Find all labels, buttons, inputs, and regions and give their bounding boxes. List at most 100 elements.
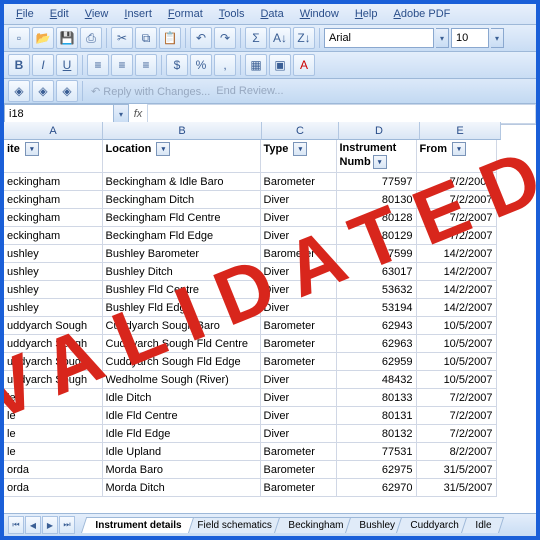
cell[interactable]: 63017 — [336, 263, 416, 281]
cell[interactable]: 62970 — [336, 479, 416, 497]
cell[interactable]: 7/2/2007 — [416, 191, 496, 209]
cell[interactable]: Barometer — [260, 173, 336, 191]
table-row[interactable]: eckinghamBeckingham Fld CentreDiver80128… — [4, 209, 496, 227]
tab-last-icon[interactable]: ⏭ — [59, 516, 75, 534]
filter-icon[interactable]: ▾ — [25, 142, 39, 156]
font-name-input[interactable]: Arial — [324, 28, 434, 48]
cell[interactable]: 14/2/2007 — [416, 263, 496, 281]
table-row[interactable]: uddyarch SoughWedholme Sough (River)Dive… — [4, 371, 496, 389]
font-name-dropdown-icon[interactable]: ▾ — [436, 28, 449, 48]
cell[interactable]: Barometer — [260, 443, 336, 461]
cell[interactable]: uddyarch Sough — [4, 317, 102, 335]
filter-icon[interactable]: ▾ — [293, 142, 307, 156]
cell[interactable]: Bushley Fld Edge — [102, 299, 260, 317]
column-header-D[interactable]: D — [339, 122, 420, 140]
cell[interactable]: 80133 — [336, 389, 416, 407]
menu-insert[interactable]: Insert — [116, 6, 160, 22]
table-row[interactable]: leIdle DitchDiver801337/2/2007 — [4, 389, 496, 407]
cell[interactable]: ushley — [4, 263, 102, 281]
cell[interactable]: 77531 — [336, 443, 416, 461]
pdf-review-icon[interactable]: ◈ — [56, 80, 78, 102]
cell[interactable]: 62963 — [336, 335, 416, 353]
cell[interactable]: Diver — [260, 299, 336, 317]
table-row[interactable]: uddyarch SoughCuddyarch Sough Fld EdgeBa… — [4, 353, 496, 371]
cell[interactable]: eckingham — [4, 173, 102, 191]
cell[interactable]: 77597 — [336, 173, 416, 191]
column-header-A[interactable]: A — [4, 122, 103, 140]
redo-icon[interactable]: ↷ — [214, 27, 236, 49]
cell[interactable]: Diver — [260, 227, 336, 245]
print-icon[interactable]: ⎙ — [80, 27, 102, 49]
font-size-input[interactable]: 10 — [451, 28, 489, 48]
cell[interactable]: Cuddyarch Sough Fld Centre — [102, 335, 260, 353]
cell[interactable]: Cuddyarch Sough Baro — [102, 317, 260, 335]
bold-icon[interactable]: B — [8, 54, 30, 76]
column-header-E[interactable]: E — [420, 122, 501, 140]
italic-icon[interactable]: I — [32, 54, 54, 76]
data-grid[interactable]: ite ▾Location ▾Type ▾InstrumentNumb▾From… — [4, 140, 497, 497]
column-header-C[interactable]: C — [262, 122, 339, 140]
header-B[interactable]: Location ▾ — [102, 140, 260, 173]
cell[interactable]: Barometer — [260, 317, 336, 335]
sort-desc-icon[interactable]: Z↓ — [293, 27, 315, 49]
cell[interactable]: 7/2/2007 — [416, 173, 496, 191]
font-color-icon[interactable]: A — [293, 54, 315, 76]
cell[interactable]: ushley — [4, 299, 102, 317]
menu-format[interactable]: Format — [160, 6, 211, 22]
pdf-icon[interactable]: ◈ — [8, 80, 30, 102]
autosum-icon[interactable]: Σ — [245, 27, 267, 49]
table-row[interactable]: uddyarch SoughCuddyarch Sough BaroBarome… — [4, 317, 496, 335]
cell[interactable]: 14/2/2007 — [416, 281, 496, 299]
new-icon[interactable]: ▫ — [8, 27, 30, 49]
cell[interactable]: 80129 — [336, 227, 416, 245]
sheet-tab-beckingham[interactable]: Beckingham — [274, 517, 356, 533]
cell[interactable]: Idle Fld Centre — [102, 407, 260, 425]
cell[interactable]: 62943 — [336, 317, 416, 335]
table-row[interactable]: leIdle Fld EdgeDiver801327/2/2007 — [4, 425, 496, 443]
name-box[interactable]: i18 — [4, 104, 114, 124]
cell[interactable]: eckingham — [4, 209, 102, 227]
cell[interactable]: 7/2/2007 — [416, 209, 496, 227]
cell[interactable]: Beckingham Fld Edge — [102, 227, 260, 245]
reply-changes-button[interactable]: ↶ Reply with Changes... — [91, 85, 210, 98]
cell[interactable]: 53194 — [336, 299, 416, 317]
table-row[interactable]: ordaMorda DitchBarometer6297031/5/2007 — [4, 479, 496, 497]
align-left-icon[interactable]: ≡ — [87, 54, 109, 76]
cell[interactable]: Beckingham & Idle Baro — [102, 173, 260, 191]
filter-icon[interactable]: ▾ — [373, 155, 387, 169]
cell[interactable]: Diver — [260, 371, 336, 389]
cell[interactable]: Barometer — [260, 245, 336, 263]
cell[interactable]: uddyarch Sough — [4, 371, 102, 389]
borders-icon[interactable]: ▦ — [245, 54, 267, 76]
cell[interactable]: 7/2/2007 — [416, 227, 496, 245]
cell[interactable]: eckingham — [4, 227, 102, 245]
cell[interactable]: Diver — [260, 425, 336, 443]
cell[interactable]: Barometer — [260, 461, 336, 479]
cell[interactable]: 53632 — [336, 281, 416, 299]
cell[interactable]: 62975 — [336, 461, 416, 479]
menu-tools[interactable]: Tools — [211, 6, 253, 22]
filter-icon[interactable]: ▾ — [452, 142, 466, 156]
comma-icon[interactable]: , — [214, 54, 236, 76]
cell[interactable]: 80131 — [336, 407, 416, 425]
save-icon[interactable]: 💾 — [56, 27, 78, 49]
end-review-button[interactable]: End Review... — [216, 85, 283, 97]
cell[interactable]: 14/2/2007 — [416, 299, 496, 317]
formula-input[interactable] — [148, 104, 536, 124]
cell[interactable]: le — [4, 407, 102, 425]
cell[interactable]: Beckingham Ditch — [102, 191, 260, 209]
cell[interactable]: 31/5/2007 — [416, 461, 496, 479]
cell[interactable]: Morda Ditch — [102, 479, 260, 497]
menu-window[interactable]: Window — [292, 6, 347, 22]
table-row[interactable]: leIdle Fld CentreDiver801317/2/2007 — [4, 407, 496, 425]
cell[interactable]: 7/2/2007 — [416, 425, 496, 443]
cell[interactable]: uddyarch Sough — [4, 353, 102, 371]
menu-adobe-pdf[interactable]: Adobe PDF — [385, 6, 458, 22]
table-row[interactable]: ushleyBushley Fld CentreDiver5363214/2/2… — [4, 281, 496, 299]
cell[interactable]: Bushley Barometer — [102, 245, 260, 263]
cell[interactable]: ushley — [4, 245, 102, 263]
cell[interactable]: 7/2/2007 — [416, 407, 496, 425]
cell[interactable]: 10/5/2007 — [416, 371, 496, 389]
table-row[interactable]: ushleyBushley Fld EdgeDiver5319414/2/200… — [4, 299, 496, 317]
tab-prev-icon[interactable]: ◀ — [25, 516, 41, 534]
